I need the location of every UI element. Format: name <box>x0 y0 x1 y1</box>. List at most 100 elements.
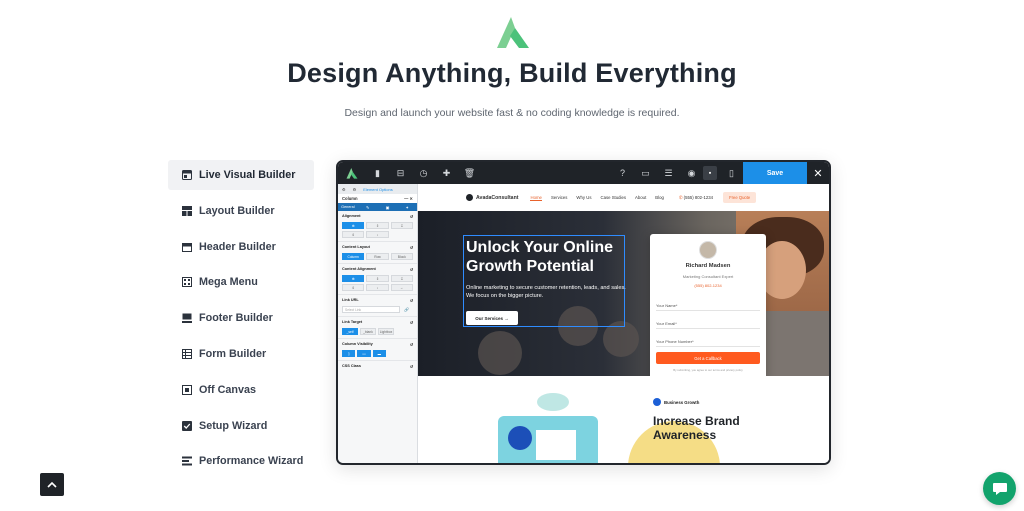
panel-settings-icon[interactable]: ⚙ <box>353 187 357 192</box>
feature-label: Footer Builder <box>199 312 273 325</box>
arrow-right-icon: → <box>504 315 509 321</box>
footer-icon <box>182 313 192 324</box>
layout-option[interactable]: Block <box>390 253 413 260</box>
subtab-extras-icon[interactable]: ✦ <box>397 205 417 210</box>
content-layout-label: Content Layout <box>342 245 370 249</box>
tab-element-options[interactable]: Element Options <box>363 187 393 192</box>
chat-button[interactable] <box>983 472 1016 505</box>
builder-logo-icon[interactable] <box>338 167 366 179</box>
alignment-section: Alignment ↺ ⊕ ↥ ↧ ⇕ ↕ <box>338 211 417 242</box>
content-align-option[interactable]: ↕ <box>366 284 389 291</box>
trash-icon[interactable]: 🗑 <box>458 162 481 184</box>
live-builder-icon <box>182 170 192 180</box>
growth-illustration <box>498 393 598 463</box>
layout-option[interactable]: Row <box>366 253 389 260</box>
help-icon[interactable]: ? <box>611 162 634 184</box>
nav-link[interactable]: Case Studies <box>600 195 626 200</box>
feature-item-form-builder[interactable]: Form Builder <box>168 339 314 369</box>
content-align-option[interactable]: ⇕ <box>342 284 365 291</box>
card-fine-print: By submitting, you agree to our terms an… <box>673 368 743 372</box>
content-align-option[interactable]: ↥ <box>366 275 389 282</box>
content-align-option[interactable]: ↧ <box>390 275 413 282</box>
content-layout-section: Content Layout ↺ Column Row Block <box>338 242 417 264</box>
visibility-mobile-icon[interactable]: ▯ <box>342 350 356 357</box>
save-button[interactable]: Save <box>743 162 807 184</box>
alignment-label: Alignment <box>342 214 361 218</box>
feature-item-setup-wizard[interactable]: Setup Wizard <box>168 411 314 441</box>
desktop-preview-icon[interactable]: ▭ <box>634 162 657 184</box>
free-quote-button[interactable]: Free Quote <box>723 192 757 203</box>
link-target-section: Link Target ↺ _self _blank Lightbox <box>338 317 417 339</box>
nav-link[interactable]: Why Us <box>576 195 591 200</box>
off-canvas-icon <box>182 384 192 395</box>
align-option[interactable]: ↥ <box>366 222 389 229</box>
get-callback-button[interactable]: Get a Callback <box>656 352 760 364</box>
badge-icon <box>653 398 661 406</box>
visibility-tablet-icon[interactable]: ▭ <box>357 350 371 357</box>
subtab-general[interactable]: General <box>338 205 358 209</box>
avada-logo <box>497 17 529 48</box>
library-icon[interactable]: ⊟ <box>389 162 412 184</box>
align-option[interactable]: ↧ <box>390 222 413 229</box>
panel-close-icon[interactable]: — ✕ <box>404 196 413 201</box>
feature-item-off-canvas[interactable]: Off Canvas <box>168 375 314 405</box>
feature-label: Setup Wizard <box>199 419 268 432</box>
visibility-desktop-icon[interactable]: ▬ <box>372 350 386 357</box>
link-url-input[interactable]: Select Link <box>342 306 400 313</box>
target-option[interactable]: _blank <box>360 328 376 335</box>
consultant-phone[interactable]: (555) 802-1234 <box>650 283 766 288</box>
avatar <box>699 241 717 259</box>
name-field[interactable]: Your Name* <box>656 300 760 311</box>
align-option[interactable]: ↕ <box>366 231 389 238</box>
email-field[interactable]: Your Email* <box>656 318 760 329</box>
content-align-option[interactable]: ⇔ <box>390 284 413 291</box>
phone-field[interactable]: Your Phone Number* <box>656 336 760 347</box>
nav-link[interactable]: Home <box>530 195 542 201</box>
nav-phone[interactable]: ✆ (555) 802-1234 <box>679 195 713 201</box>
layers-icon[interactable]: ☰ <box>657 162 680 184</box>
back-to-top-button[interactable] <box>40 473 64 496</box>
performance-icon <box>182 456 192 466</box>
align-option[interactable]: ⇕ <box>342 231 365 238</box>
feature-item-performance-wizard[interactable]: Performance Wizard <box>168 446 314 476</box>
feature-item-mega-menu[interactable]: Mega Menu <box>168 267 314 297</box>
layout-option[interactable]: Column <box>342 253 365 260</box>
link-icon[interactable]: 🔗 <box>404 307 409 312</box>
hero-title: Unlock Your Online Growth Potential <box>466 239 613 275</box>
our-services-button[interactable]: Our Services → <box>466 311 518 325</box>
feature-label: Live Visual Builder <box>199 169 296 181</box>
close-icon[interactable]: ✕ <box>807 162 829 184</box>
feature-item-header-builder[interactable]: Header Builder <box>168 232 314 262</box>
nav-link[interactable]: About <box>635 195 646 200</box>
builder-window: ▮ ⊟ ◷ ✚ 🗑 ? ▭ ☰ ◉ ▪ ▯ Save ✕ ⚙ ⚙ Element… <box>336 160 831 465</box>
history-icon[interactable]: ◷ <box>412 162 435 184</box>
page-icon[interactable]: ▪ <box>703 166 717 180</box>
preview-nav: AvadaConsultant Home Services Why Us Cas… <box>418 184 829 211</box>
feature-item-footer-builder[interactable]: Footer Builder <box>168 303 314 333</box>
add-element-icon[interactable]: ✚ <box>435 162 458 184</box>
nav-link[interactable]: Blog <box>655 195 664 200</box>
preview-brand[interactable]: AvadaConsultant <box>466 194 518 201</box>
link-url-label: Link URL <box>342 298 359 302</box>
panel-header: Column — ✕ <box>338 194 417 203</box>
subtab-design-icon[interactable]: ✎ <box>358 205 378 210</box>
form-icon <box>182 348 192 359</box>
nav-link[interactable]: Services <box>551 195 567 200</box>
align-option[interactable]: ⊕ <box>342 222 365 229</box>
sidebar-toggle-icon[interactable]: ▮ <box>366 162 389 184</box>
feature-label: Layout Builder <box>199 204 275 217</box>
builder-toolbar: ▮ ⊟ ◷ ✚ 🗑 ? ▭ ☰ ◉ ▪ ▯ Save ✕ <box>338 162 829 184</box>
feature-item-layout-builder[interactable]: Layout Builder <box>168 196 314 226</box>
target-option[interactable]: Lightbox <box>378 328 394 335</box>
panel-gear-icon[interactable]: ⚙ <box>342 187 346 192</box>
feature-item-live-visual-builder[interactable]: Live Visual Builder <box>168 160 314 190</box>
eye-icon[interactable]: ◉ <box>680 162 703 184</box>
target-option[interactable]: _self <box>342 328 358 335</box>
document-icon[interactable]: ▯ <box>720 162 743 184</box>
subtab-bg-icon[interactable]: ▣ <box>378 205 398 210</box>
content-align-option[interactable]: ⊕ <box>342 275 365 282</box>
consultant-role: Marketing Consultant Expert <box>682 274 734 279</box>
content-alignment-section: Content Alignment ↺ ⊕ ↥ ↧ ⇕ ↕ ⇔ <box>338 264 417 295</box>
column-visibility-label: Column Visibility <box>342 342 373 346</box>
callback-card: Richard Madsen Marketing Consultant Expe… <box>650 234 766 381</box>
